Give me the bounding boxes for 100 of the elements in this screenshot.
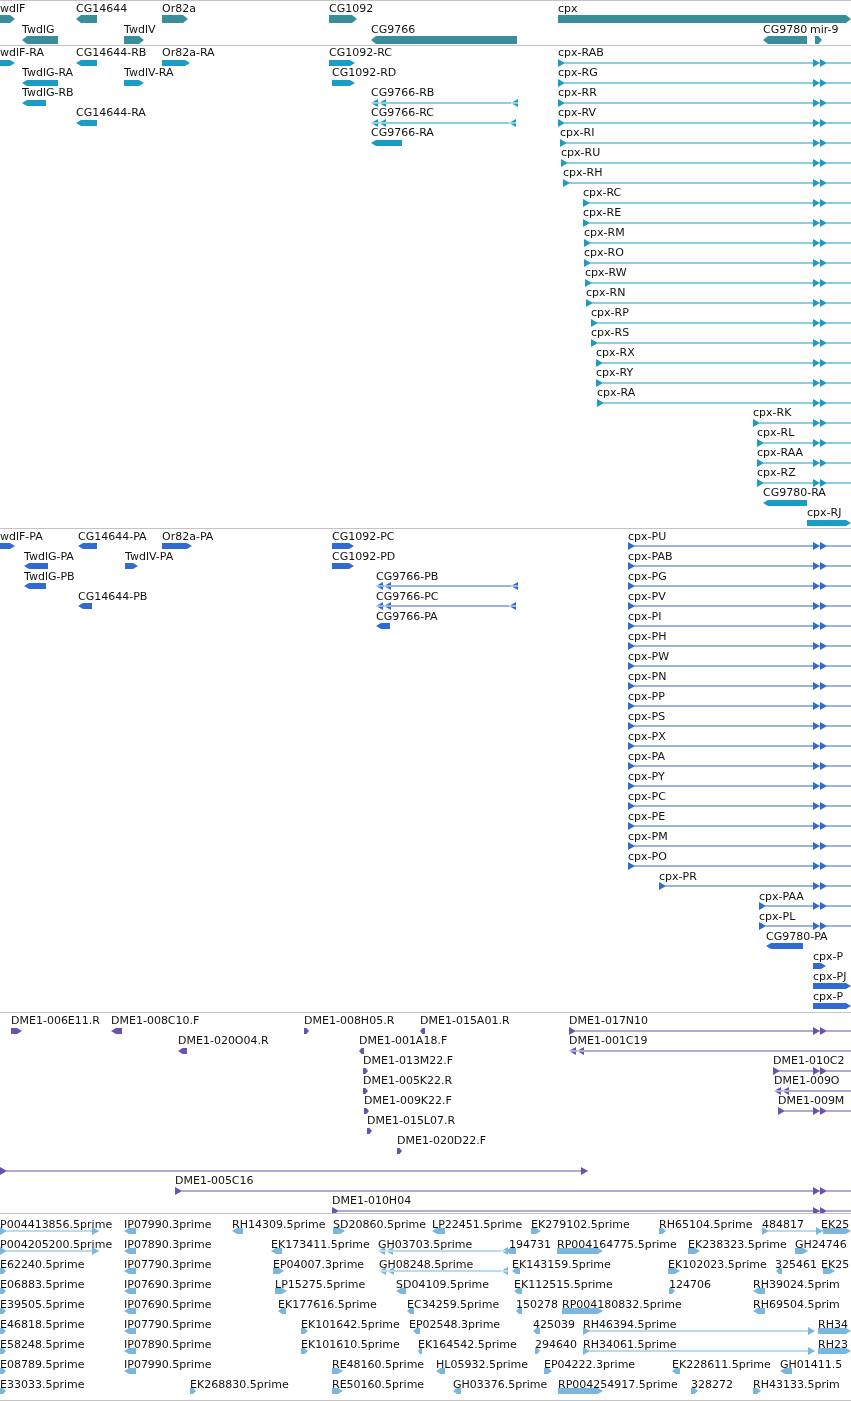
feature-label: CG9766-PA	[376, 610, 438, 624]
feature-label: IP07690.5prime	[124, 1298, 212, 1312]
feature-label: cpx-RAB	[558, 46, 604, 60]
feature-label: DME1-005K22.R	[363, 1074, 453, 1088]
feature-label: cpx-PS	[628, 710, 666, 724]
feature-label: cpx-PAA	[759, 890, 804, 904]
feature-label: mir-9	[810, 23, 839, 37]
feature-label: TwdlG-PB	[24, 570, 75, 584]
feature-label: cpx-RG	[558, 66, 598, 80]
feature-label: IP07990.3prime	[124, 1218, 212, 1232]
feature-label: 294640	[535, 1338, 577, 1352]
feature-label: cpx-PN	[628, 670, 667, 684]
feature-label: cpx-RE	[583, 206, 622, 220]
feature-label: EK101642.5prime	[301, 1318, 400, 1332]
feature-label: DME1-009K22.F	[364, 1094, 452, 1108]
feature-label: IP07990.5prime	[124, 1358, 212, 1372]
feature-label: CG1092-RD	[332, 66, 397, 80]
feature-label: Or82a	[162, 2, 196, 16]
feature-label: cpx-RJ	[807, 506, 842, 520]
feature-label: EK25	[821, 1218, 850, 1232]
feature-label: LP22451.5prime	[432, 1218, 523, 1232]
feature-label: EC34259.5prime	[407, 1298, 500, 1312]
feature-label: E46818.5prime	[0, 1318, 85, 1332]
feature-label: 124706	[669, 1278, 711, 1292]
feature-label: 484817	[762, 1218, 804, 1232]
feature-label: cpx-PM	[628, 830, 668, 844]
feature-label: RE48160.5prime	[332, 1358, 425, 1372]
feature-label: EK112515.5prime	[514, 1278, 613, 1292]
feature-label: DME1-001C19	[569, 1034, 648, 1048]
feature-label: E62240.5prime	[0, 1258, 85, 1272]
feature-label: cpx-RP	[591, 306, 629, 320]
feature-label: CG9780-PA	[766, 930, 828, 944]
feature-label: IP07690.3prime	[124, 1278, 212, 1292]
feature-label: DME1-008H05.R	[304, 1014, 395, 1028]
feature-label: EK25	[821, 1258, 850, 1272]
feature-label: P004205200.5prime	[0, 1238, 113, 1252]
feature-label: cpx-RS	[591, 326, 630, 340]
feature-label: cpx-RAA	[757, 446, 804, 460]
feature-label: GH24746	[795, 1238, 847, 1252]
feature-label: RH34061.5prime	[583, 1338, 677, 1352]
feature-label: cpx-PE	[628, 810, 666, 824]
feature-label: IP07890.3prime	[124, 1238, 212, 1252]
feature-label: CG9766-RB	[371, 86, 435, 100]
feature-label: DME1-005C16	[175, 1174, 254, 1188]
feature-label: cpx-RL	[757, 426, 795, 440]
feature-label: cpx-PH	[628, 630, 667, 644]
feature-label: EP02548.3prime	[409, 1318, 501, 1332]
feature-label: E33033.5prime	[0, 1378, 85, 1392]
feature-label: P004413856.5prime	[0, 1218, 113, 1232]
feature-label: DME1-009O	[774, 1074, 840, 1088]
feature-label: EK238323.5prime	[688, 1238, 787, 1252]
feature-label: cpx-PL	[759, 910, 796, 924]
feature-label: DME1-001A18.F	[359, 1034, 448, 1048]
feature-label: EK102023.5prime	[668, 1258, 767, 1272]
feature-label: CG9766-RA	[371, 126, 434, 140]
feature-label: cpx-RM	[584, 226, 625, 240]
feature-label: RP004254917.5prime	[558, 1378, 678, 1392]
feature-label: CG9766-RC	[371, 106, 434, 120]
feature-label: E08789.5prime	[0, 1358, 85, 1372]
feature-label: cpx-RN	[586, 286, 626, 300]
feature-label: cpx-RW	[585, 266, 627, 280]
feature-label: DME1-020D22.F	[397, 1134, 487, 1148]
feature-label: RP004164775.5prime	[557, 1238, 677, 1252]
feature-label: 194731	[509, 1238, 551, 1252]
feature-label: cpx-PG	[628, 570, 667, 584]
feature-label: wdlF-RA	[0, 46, 45, 60]
feature-label: DME1-010H04	[332, 1194, 412, 1208]
feature-label: cpx-RA	[597, 386, 636, 400]
feature-label: DME1-020O04.R	[178, 1034, 269, 1048]
feature-label: TwdlV-RA	[124, 66, 174, 80]
feature-label: 328272	[691, 1378, 733, 1392]
feature-label: Or82a-RA	[162, 46, 215, 60]
feature-label: cpx-RC	[583, 186, 622, 200]
feature-label: EK279102.5prime	[531, 1218, 630, 1232]
feature-label: RH43133.5prim	[753, 1378, 840, 1392]
feature-label: cpx-PV	[628, 590, 666, 604]
feature-label: E39505.5prime	[0, 1298, 85, 1312]
feature-label: cpx-P	[813, 990, 844, 1004]
feature-label: RP004180832.5prime	[562, 1298, 682, 1312]
feature-label: EK101610.5prime	[301, 1338, 400, 1352]
feature-label: RE50160.5prime	[332, 1378, 425, 1392]
feature-label: TwdlG-PA	[24, 550, 74, 564]
feature-label: TwdlG-RA	[22, 66, 74, 80]
feature-label: CG1092-RC	[329, 46, 392, 60]
feature-label: CG1092	[329, 2, 374, 16]
feature-label: EK177616.5prime	[278, 1298, 377, 1312]
feature-label: EK164542.5prime	[418, 1338, 517, 1352]
feature-label: cpx-RU	[561, 146, 601, 160]
feature-label: EK268830.5prime	[190, 1378, 289, 1392]
feature-label: CG14644	[76, 2, 128, 16]
feature-label: CG1092-PC	[332, 530, 395, 544]
feature-label: EK173411.5prime	[271, 1238, 370, 1252]
feature-label: cpx-PR	[659, 870, 697, 884]
feature-label: wdlF	[0, 2, 26, 16]
feature-label: 325461	[775, 1258, 817, 1272]
feature-label: CG9766-PB	[376, 570, 439, 584]
feature-label: CG14644-PB	[78, 590, 148, 604]
feature-label: DME1-013M22.F	[363, 1054, 454, 1068]
feature-label: DME1-009M	[778, 1094, 845, 1108]
feature-label: cpx-RV	[558, 106, 597, 120]
